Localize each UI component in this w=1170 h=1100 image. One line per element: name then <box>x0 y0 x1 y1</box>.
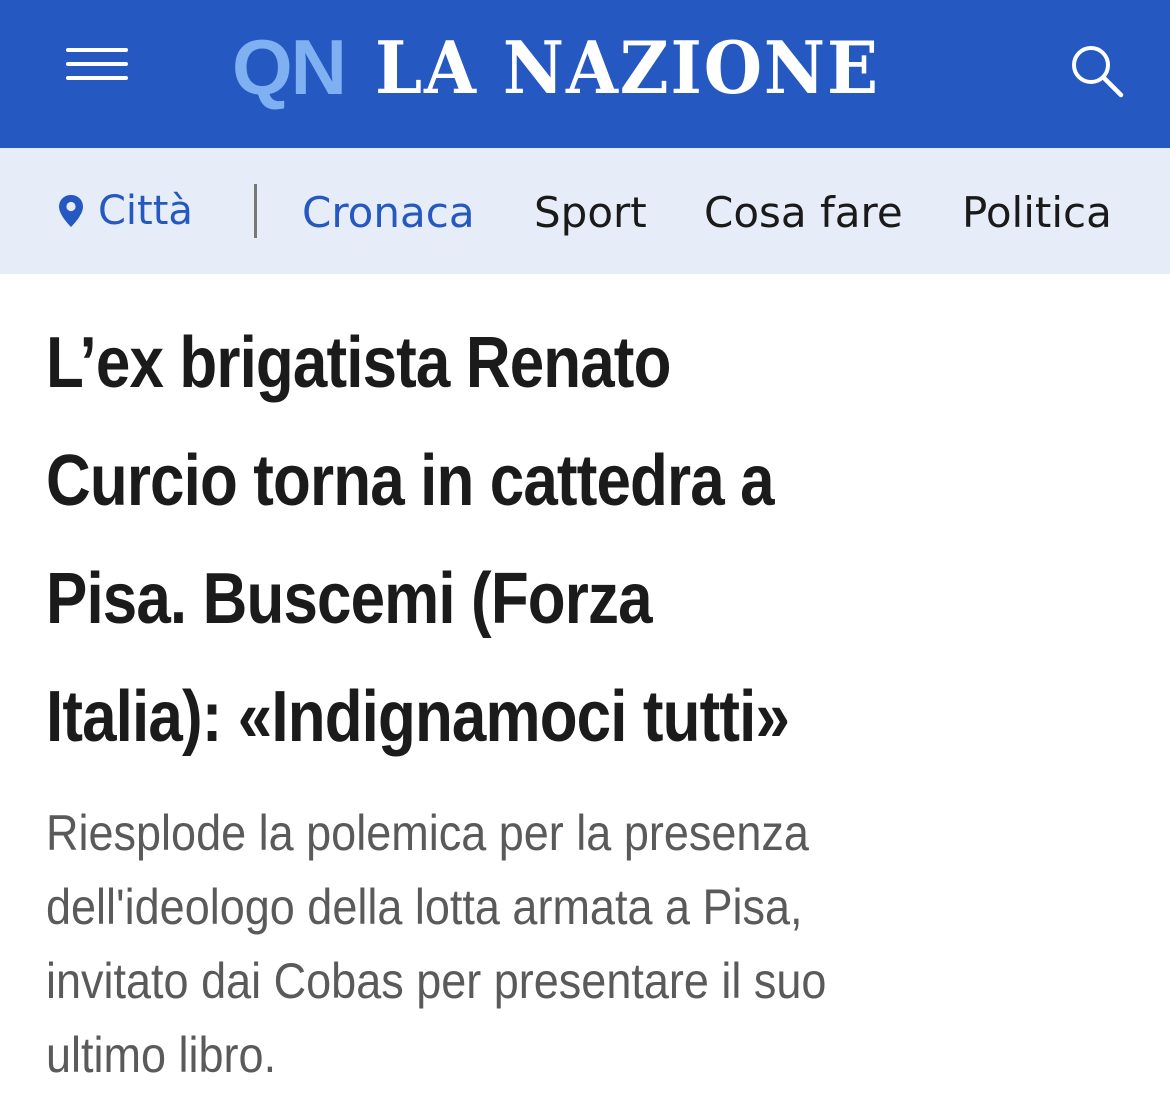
section-nav: Città Cronaca Sport Cosa fare Politica <box>0 148 1170 274</box>
nav-item-politica[interactable]: Politica <box>962 148 1112 274</box>
menu-line <box>66 76 128 80</box>
summary-line: dell'ideologo della lotta armata a Pisa, <box>46 879 803 935</box>
hamburger-menu-icon[interactable] <box>66 44 130 80</box>
site-header: QN LA NAZIONE <box>0 0 1170 148</box>
city-selector[interactable]: Città <box>58 148 193 274</box>
nav-item-sport[interactable]: Sport <box>534 148 647 274</box>
nav-item-cronaca[interactable]: Cronaca <box>302 148 475 274</box>
menu-line <box>66 48 128 52</box>
nav-item-cosa-fare[interactable]: Cosa fare <box>704 148 903 274</box>
article-headline: L’ex brigatista Renato Curcio torna in c… <box>46 304 1136 776</box>
headline-line: Curcio torna in cattedra a <box>46 441 775 521</box>
headline-line: L’ex brigatista Renato <box>46 323 671 403</box>
headline-line: Pisa. Buscemi (Forza <box>46 559 653 639</box>
menu-line <box>66 62 128 66</box>
summary-line: ultimo libro. <box>46 1027 277 1083</box>
headline-line: Italia): «Indignamoci tutti» <box>46 677 790 757</box>
logo-name: LA NAZIONE <box>375 24 880 110</box>
article-summary: Riesplode la polemica per la presenza de… <box>46 796 1136 1092</box>
site-logo[interactable]: QN LA NAZIONE <box>232 22 918 112</box>
search-icon[interactable] <box>1066 40 1126 100</box>
summary-line: invitato dai Cobas per presentare il suo <box>46 953 827 1009</box>
summary-line: Riesplode la polemica per la presenza <box>46 805 809 861</box>
logo-prefix: QN <box>232 22 347 111</box>
location-pin-icon <box>59 195 83 227</box>
city-label: Città <box>98 188 193 234</box>
nav-divider <box>254 184 257 238</box>
